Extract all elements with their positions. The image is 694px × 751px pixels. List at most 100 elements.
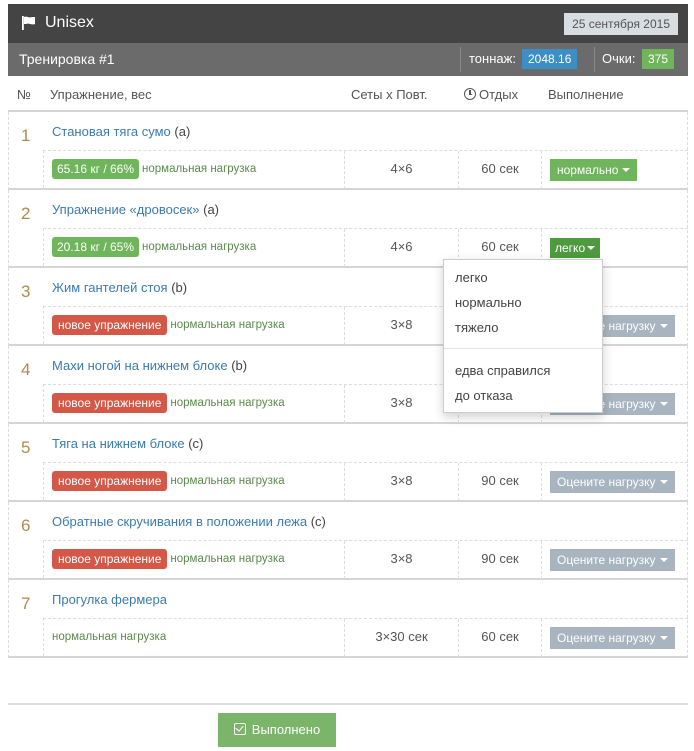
caret-down-icon [659,636,668,640]
dropdown-item-hard[interactable]: тяжело [455,320,498,335]
new-exercise-badge: новое упражнение [52,471,168,491]
exercise-details: нормальная нагрузка 3×30 сек 60 сек Оцен… [43,618,688,657]
exercise-row: 1 Становая тяга сумо (a) 65.16 кг / 66% н… [8,112,688,190]
rating-button[interactable]: Оцените нагрузку [550,549,675,571]
sets-reps: 3×30 сек [375,629,428,644]
exercise-number: 7 [21,594,31,613]
exercise-group: (b) [171,280,188,295]
table-header: № Упражнение, вес Сеты х Повт. Отдых Вып… [8,78,688,112]
footer-divider [8,703,688,705]
exercise-group: (c) [310,514,326,529]
rating-button[interactable]: Оцените нагрузку [550,627,675,649]
caret-down-icon [659,480,668,484]
exercise-link[interactable]: Прогулка фермера [52,592,167,607]
exercise-title: Жим гантелей стоя (b) [52,280,187,295]
exercise-link[interactable]: Упражнение «дровосек» [52,202,199,217]
load-text: нормальная нагрузка [170,397,285,409]
exercise-link[interactable]: Жим гантелей стоя [52,280,168,295]
exercise-number: 6 [21,516,31,535]
caret-down-icon [659,402,668,406]
rating-button[interactable]: Оцените нагрузку [550,471,675,493]
new-exercise-badge: новое упражнение [52,315,168,335]
header-num: № [17,87,31,102]
exercise-title: Прогулка фермера [52,592,167,607]
points-value: 375 [642,49,675,69]
done-button[interactable]: Выполнено [218,713,336,747]
exercise-link[interactable]: Тяга на нижнем блоке [52,436,185,451]
points-label: Очки: [602,51,636,66]
header-sets: Сеты х Повт. [351,87,428,102]
dropdown-item-barely[interactable]: едва справился [455,363,550,378]
load-text: нормальная нагрузка [142,163,257,175]
load-text: нормальная нагрузка [142,241,257,253]
exercise-details: новое упражнение нормальная нагрузка 3×8 … [43,462,688,501]
exercise-title: Тяга на нижнем блоке (c) [52,436,203,451]
exercise-link[interactable]: Становая тяга сумо [52,124,171,139]
sets-reps: 4×6 [390,161,413,176]
new-exercise-badge: новое упражнение [52,393,168,413]
dropdown-item-failure[interactable]: до отказа [455,388,513,403]
exercise-row: 5 Тяга на нижнем блоке (c) новое упражне… [8,424,688,502]
exercise-row: 2 Упражнение «дровосек» (a) 20.18 кг / 6… [8,190,688,268]
rating-button[interactable]: нормально [550,159,638,181]
header-status: Выполнение [548,87,624,102]
rest-time: 90 сек [481,551,519,566]
sets-reps: 3×8 [390,551,413,566]
rest-time: 90 сек [481,473,519,488]
weight-badge: 65.16 кг / 66% [52,159,140,179]
flag-icon [22,16,35,30]
exercise-number: 2 [21,204,31,223]
exercise-row: 6 Обратные скручивания в положении лежа … [8,502,688,580]
exercise-group: (a) [203,202,219,217]
check-square-icon [233,723,246,735]
caret-down-icon [659,558,668,562]
top-bar: Unisex 25 сентября 2015 [8,4,688,43]
rating-button[interactable]: легко [550,238,601,258]
divider [594,47,595,72]
load-text: нормальная нагрузка [170,475,285,487]
exercise-title: Махи ногой на нижнем блоке (b) [52,358,247,373]
exercise-title: Упражнение «дровосек» (a) [52,202,219,217]
rest-time: 60 сек [481,239,519,254]
sets-reps: 3×8 [390,317,413,332]
exercise-title: Обратные скручивания в положении лежа (c… [52,514,326,529]
workout-bar: Тренировка #1 тоннаж: 2048.16 Очки: 375 [8,43,688,76]
dropdown-divider [444,348,602,349]
load-text: нормальная нагрузка [170,553,285,565]
exercise-link[interactable]: Обратные скручивания в положении лежа [52,514,307,529]
exercise-group: (a) [174,124,191,139]
caret-down-icon [659,324,668,328]
rest-time: 60 сек [481,161,519,176]
load-text: нормальная нагрузка [52,631,167,643]
tonnage-label: тоннаж: [469,51,516,66]
exercise-link[interactable]: Махи ногой на нижнем блоке [52,358,228,373]
clock-icon [464,88,476,100]
exercise-group: (b) [231,358,248,373]
new-exercise-badge: новое упражнение [52,549,168,569]
dropdown-item-normal[interactable]: нормально [455,295,522,310]
sets-reps: 3×8 [390,473,413,488]
dropdown-item-easy[interactable]: легко [455,270,488,285]
exercise-row: 7 Прогулка фермера нормальная нагрузка 3… [8,580,688,658]
exercise-group: (c) [188,436,204,451]
exercise-number: 4 [21,360,31,379]
rating-dropdown-menu: легко нормально тяжело едва справился до… [443,259,603,413]
caret-down-icon [622,168,631,172]
workout-name: Тренировка #1 [19,51,115,67]
weight-badge: 20.18 кг / 65% [52,237,140,257]
divider [460,47,461,72]
exercise-number: 1 [21,126,31,145]
load-text: нормальная нагрузка [170,319,285,331]
exercise-title: Становая тяга сумо (a) [52,124,190,139]
caret-down-icon [587,246,596,250]
date-badge: 25 сентября 2015 [564,13,678,35]
header-rest: Отдых [464,87,518,102]
app-title: Unisex [45,14,94,31]
sets-reps: 3×8 [390,395,413,410]
tonnage-value: 2048.16 [522,49,578,69]
rest-time: 60 сек [481,629,519,644]
exercise-details: 65.16 кг / 66% нормальная нагрузка 4×6 60… [43,150,688,189]
exercise-number: 3 [21,282,31,301]
sets-reps: 4×6 [390,239,413,254]
exercise-details: новое упражнение нормальная нагрузка 3×8 … [43,540,688,579]
